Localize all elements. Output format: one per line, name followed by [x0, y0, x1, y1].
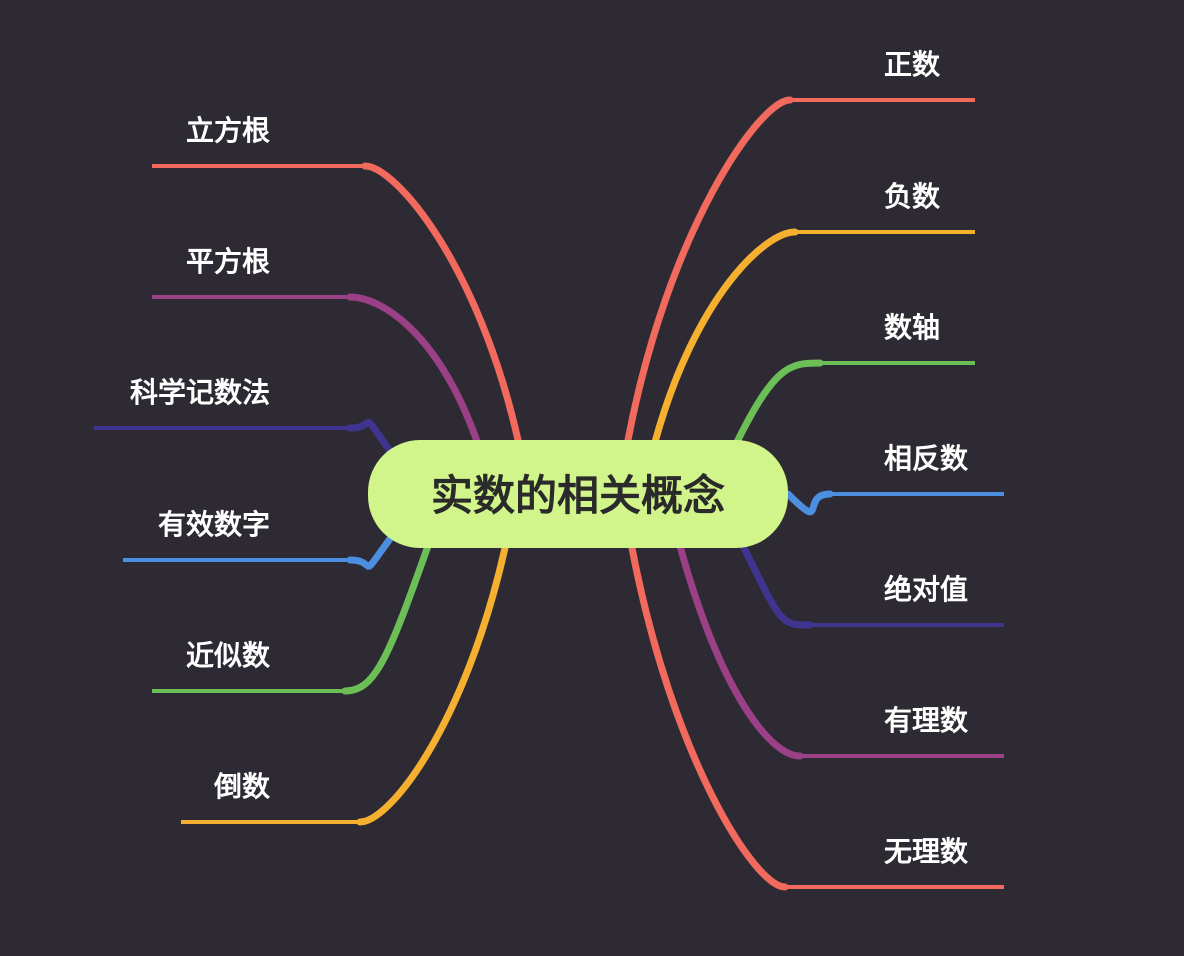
- left-branch-connector-5: [356, 544, 509, 826]
- left-topic-0[interactable]: 立方根: [152, 114, 365, 168]
- right-branch-group: 正数负数数轴相反数绝对值有理数无理数: [785, 48, 1004, 889]
- left-topic-label: 科学记数法: [130, 376, 270, 409]
- right-topic-label: 无理数: [884, 835, 969, 868]
- right-branch-connector-3: [784, 490, 834, 516]
- right-topic-label: 数轴: [884, 311, 940, 344]
- right-topic-label: 负数: [884, 180, 941, 213]
- right-topic-label: 正数: [884, 48, 941, 81]
- right-branch-connector-4: [738, 540, 814, 629]
- right-topic-6[interactable]: 无理数: [785, 835, 1004, 889]
- left-topic-4[interactable]: 近似数: [152, 639, 345, 693]
- right-topic-label: 绝对值: [884, 573, 968, 606]
- right-branch-connector-5: [676, 542, 804, 760]
- central-topic[interactable]: 实数的相关概念: [368, 440, 788, 548]
- right-topic-label: 相反数: [884, 442, 969, 475]
- left-branch-connector-0: [361, 162, 522, 444]
- left-topic-label: 近似数: [186, 639, 271, 672]
- right-topic-0[interactable]: 正数: [790, 48, 975, 102]
- left-topic-label: 平方根: [186, 245, 270, 278]
- left-branch-connector-4: [341, 542, 432, 695]
- central-topic-label: 实数的相关概念: [431, 471, 725, 520]
- right-topic-label: 有理数: [884, 704, 969, 737]
- right-topic-5[interactable]: 有理数: [800, 704, 1004, 758]
- right-topic-4[interactable]: 绝对值: [810, 573, 1004, 627]
- right-branch-connector-6: [628, 544, 789, 891]
- left-topic-3[interactable]: 有效数字: [123, 508, 350, 562]
- left-topic-5[interactable]: 倒数: [181, 770, 360, 824]
- left-topic-label: 立方根: [186, 114, 270, 147]
- right-topic-3[interactable]: 相反数: [830, 442, 1004, 496]
- left-topic-label: 有效数字: [158, 508, 270, 541]
- right-topic-2[interactable]: 数轴: [820, 311, 975, 365]
- left-topic-label: 倒数: [213, 770, 271, 803]
- right-topic-1[interactable]: 负数: [795, 180, 975, 234]
- left-branch-group: 立方根平方根科学记数法有效数字近似数倒数: [94, 114, 365, 824]
- right-branch-connector-2: [731, 359, 824, 450]
- mind-map: 实数的相关概念 立方根平方根科学记数法有效数字近似数倒数 正数负数数轴相反数绝对…: [94, 48, 1004, 891]
- left-topic-2[interactable]: 科学记数法: [94, 376, 350, 430]
- left-topic-1[interactable]: 平方根: [152, 245, 350, 299]
